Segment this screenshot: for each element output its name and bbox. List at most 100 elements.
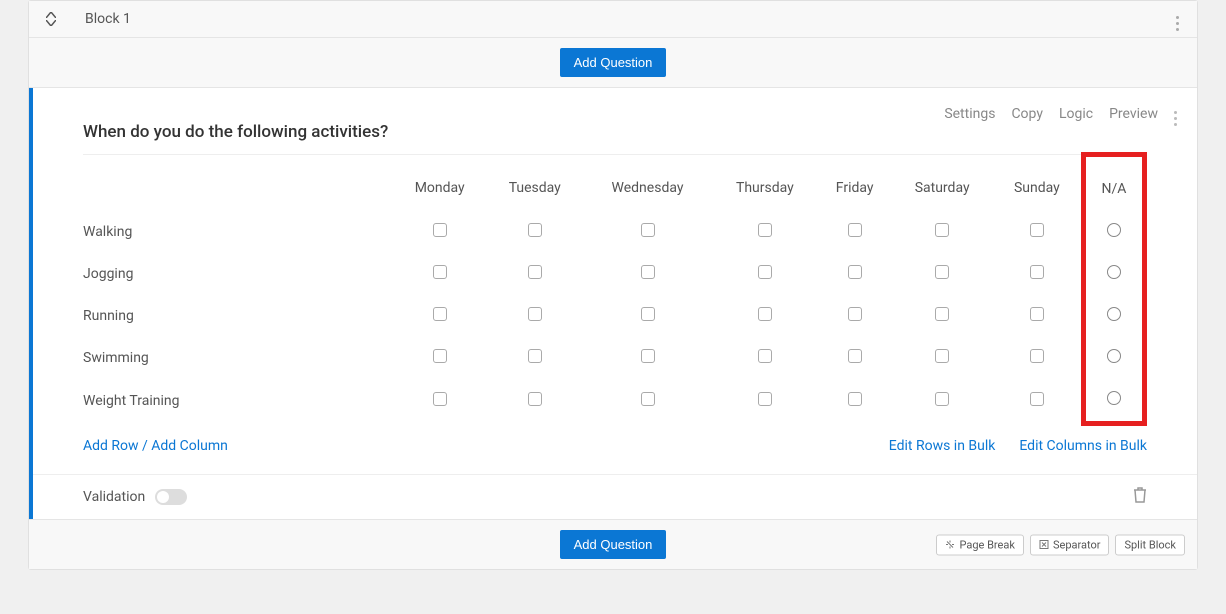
delete-question-icon[interactable] <box>1133 487 1147 507</box>
split-block-label: Split Block <box>1124 538 1176 551</box>
col-header[interactable]: Friday <box>818 155 892 212</box>
checkbox-input[interactable] <box>935 392 949 406</box>
checkbox-input[interactable] <box>433 265 447 279</box>
checkbox-input[interactable] <box>528 265 542 279</box>
matrix-cell <box>818 337 892 379</box>
logic-link[interactable]: Logic <box>1059 106 1093 122</box>
matrix-cell <box>892 337 993 379</box>
add-column-link[interactable]: Add Column <box>151 438 228 454</box>
checkbox-input[interactable] <box>935 349 949 363</box>
checkbox-input[interactable] <box>935 223 949 237</box>
page-break-icon <box>945 540 955 550</box>
matrix-cell <box>486 253 583 295</box>
matrix-cell <box>486 211 583 253</box>
matrix-cell <box>583 211 712 253</box>
checkbox-input[interactable] <box>758 349 772 363</box>
col-header-na[interactable]: N/A <box>1083 155 1144 212</box>
checkbox-input[interactable] <box>848 392 862 406</box>
checkbox-input[interactable] <box>1030 265 1044 279</box>
add-question-button[interactable]: Add Question <box>560 48 667 77</box>
add-row-link[interactable]: Add Row <box>83 438 139 454</box>
checkbox-input[interactable] <box>528 223 542 237</box>
row-label[interactable]: Jogging <box>83 253 393 295</box>
edit-rows-link[interactable]: Edit Rows in Bulk <box>889 438 996 454</box>
matrix-cell <box>712 253 818 295</box>
checkbox-input[interactable] <box>641 265 655 279</box>
matrix-cell <box>993 211 1084 253</box>
col-header[interactable]: Thursday <box>712 155 818 212</box>
checkbox-input[interactable] <box>528 307 542 321</box>
checkbox-input[interactable] <box>758 392 772 406</box>
na-cell <box>1083 337 1144 379</box>
question-more-icon[interactable] <box>1174 102 1177 126</box>
checkbox-input[interactable] <box>1030 392 1044 406</box>
checkbox-input[interactable] <box>848 349 862 363</box>
checkbox-input[interactable] <box>528 349 542 363</box>
checkbox-input[interactable] <box>433 349 447 363</box>
radio-input[interactable] <box>1107 307 1121 321</box>
matrix-cell <box>583 295 712 337</box>
checkbox-input[interactable] <box>848 307 862 321</box>
row-label[interactable]: Walking <box>83 211 393 253</box>
col-header[interactable]: Saturday <box>892 155 993 212</box>
matrix-cell <box>712 337 818 379</box>
add-question-bar-bottom: Add Question Page Break Separator Split … <box>29 519 1197 569</box>
checkbox-input[interactable] <box>758 307 772 321</box>
checkbox-input[interactable] <box>1030 349 1044 363</box>
table-row: Weight Training <box>83 379 1145 424</box>
checkbox-input[interactable] <box>433 223 447 237</box>
row-label[interactable]: Swimming <box>83 337 393 379</box>
checkbox-input[interactable] <box>1030 223 1044 237</box>
col-header[interactable]: Tuesday <box>486 155 583 212</box>
col-header[interactable]: Wednesday <box>583 155 712 212</box>
checkbox-input[interactable] <box>433 392 447 406</box>
table-row: Swimming <box>83 337 1145 379</box>
checkbox-input[interactable] <box>1030 307 1044 321</box>
radio-input[interactable] <box>1107 265 1121 279</box>
checkbox-input[interactable] <box>641 223 655 237</box>
block-title[interactable]: Block 1 <box>85 11 131 27</box>
matrix-cell <box>583 379 712 424</box>
table-row: Running <box>83 295 1145 337</box>
settings-link[interactable]: Settings <box>944 106 995 122</box>
split-block-button[interactable]: Split Block <box>1115 534 1185 555</box>
na-cell <box>1083 253 1144 295</box>
radio-input[interactable] <box>1107 223 1121 237</box>
radio-input[interactable] <box>1107 349 1121 363</box>
question-text[interactable]: When do you do the following activities? <box>33 122 1197 142</box>
na-cell <box>1083 295 1144 337</box>
separator-button[interactable]: Separator <box>1030 534 1110 555</box>
page-break-button[interactable]: Page Break <box>936 534 1023 555</box>
add-question-bar-top: Add Question <box>29 38 1197 88</box>
checkbox-input[interactable] <box>641 307 655 321</box>
checkbox-input[interactable] <box>848 265 862 279</box>
checkbox-input[interactable] <box>935 307 949 321</box>
checkbox-input[interactable] <box>935 265 949 279</box>
row-label[interactable]: Weight Training <box>83 379 393 424</box>
add-question-button-bottom[interactable]: Add Question <box>560 530 667 559</box>
checkbox-input[interactable] <box>433 307 447 321</box>
na-cell <box>1083 211 1144 253</box>
question-block: Settings Copy Logic Preview When do you … <box>29 88 1197 519</box>
validation-toggle[interactable] <box>155 489 187 505</box>
checkbox-input[interactable] <box>528 392 542 406</box>
row-label[interactable]: Running <box>83 295 393 337</box>
col-header[interactable]: Sunday <box>993 155 1084 212</box>
block-more-icon[interactable] <box>1176 7 1179 31</box>
edit-columns-link[interactable]: Edit Columns in Bulk <box>1019 438 1147 454</box>
checkbox-input[interactable] <box>848 223 862 237</box>
matrix-cell <box>892 211 993 253</box>
block-header: Block 1 <box>29 1 1197 38</box>
col-header[interactable]: Monday <box>393 155 486 212</box>
checkbox-input[interactable] <box>758 265 772 279</box>
radio-input[interactable] <box>1107 391 1121 405</box>
copy-link[interactable]: Copy <box>1011 106 1043 122</box>
checkbox-input[interactable] <box>641 392 655 406</box>
checkbox-input[interactable] <box>758 223 772 237</box>
matrix-cell <box>486 379 583 424</box>
preview-link[interactable]: Preview <box>1109 106 1158 122</box>
matrix-cell <box>993 379 1084 424</box>
collapse-icon[interactable] <box>45 12 57 26</box>
matrix-cell <box>712 379 818 424</box>
checkbox-input[interactable] <box>641 349 655 363</box>
